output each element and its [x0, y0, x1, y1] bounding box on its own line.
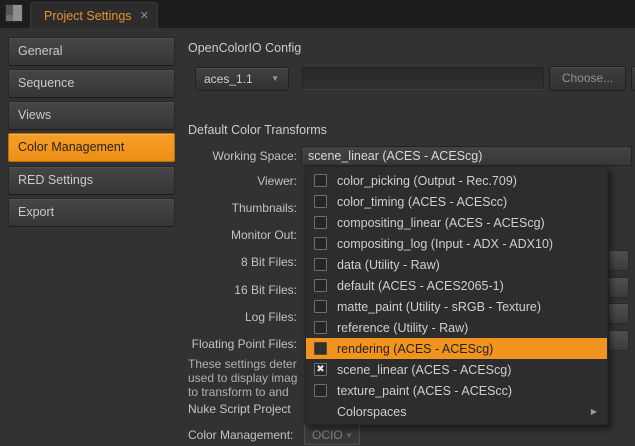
checkbox[interactable] [314, 216, 327, 229]
checkbox[interactable] [314, 174, 327, 187]
chevron-down-icon: ▼ [345, 431, 353, 440]
sidebar-item-red-settings[interactable]: RED Settings [8, 166, 175, 195]
menu-item-label: default (ACES - ACES2065-1) [337, 279, 504, 293]
pane-layout-icon[interactable] [5, 4, 23, 22]
menu-item-label: Colorspaces [337, 405, 406, 419]
submenu-arrow-icon: ▶ [591, 407, 597, 416]
color-management-label: Color Management: [188, 428, 293, 442]
menu-item-label: color_timing (ACES - ACEScc) [337, 195, 507, 209]
color-management-dropdown[interactable]: OCIO ▼ [304, 424, 360, 445]
menu-item-label: color_picking (Output - Rec.709) [337, 174, 517, 188]
nuke-script-project-label: Nuke Script Project [188, 402, 291, 416]
working-space-value: scene_linear (ACES - ACEScg) [308, 149, 482, 163]
working-space-dropdown[interactable]: scene_linear (ACES - ACEScg) [301, 146, 632, 166]
menu-item-matte-paint[interactable]: matte_paint (Utility - sRGB - Texture) [306, 296, 607, 317]
checkbox[interactable] [314, 258, 327, 271]
sidebar-item-general[interactable]: General [8, 37, 175, 66]
menu-item-compositing-log[interactable]: compositing_log (Input - ADX - ADX10) [306, 233, 607, 254]
menu-item-label: matte_paint (Utility - sRGB - Texture) [337, 300, 541, 314]
menu-item-data[interactable]: data (Utility - Raw) [306, 254, 607, 275]
8bit-files-dropdown-edge[interactable] [609, 250, 629, 271]
settings-info-line-3: to transform to and [188, 385, 289, 399]
thumbnails-label: Thumbnails: [232, 201, 297, 215]
tab-project-settings[interactable]: Project Settings ✕ [30, 2, 158, 28]
checkbox[interactable] [314, 342, 327, 355]
floating-point-files-label: Floating Point Files: [192, 337, 297, 351]
checkbox[interactable] [314, 279, 327, 292]
floating-point-files-dropdown-edge[interactable] [609, 330, 629, 351]
16bit-files-label: 16 Bit Files: [234, 283, 297, 297]
menu-item-default[interactable]: default (ACES - ACES2065-1) [306, 275, 607, 296]
ocio-config-title: OpenColorIO Config [188, 41, 301, 55]
choose-button[interactable]: Choose... [549, 66, 626, 91]
menu-item-label: compositing_linear (ACES - ACEScg) [337, 216, 545, 230]
project-settings-window: Project Settings ✕ General Sequence View… [0, 0, 635, 446]
menu-item-compositing-linear[interactable]: compositing_linear (ACES - ACEScg) [306, 212, 607, 233]
checkbox[interactable] [314, 300, 327, 313]
16bit-files-dropdown-edge[interactable] [609, 277, 629, 298]
log-files-dropdown-edge[interactable] [609, 303, 629, 324]
working-space-menu: color_picking (Output - Rec.709) color_t… [305, 166, 608, 425]
menu-item-label: texture_paint (ACES - ACEScc) [337, 384, 512, 398]
chevron-down-icon: ▼ [271, 74, 279, 83]
settings-info-line-2: used to display imag [188, 371, 297, 385]
sidebar-item-views[interactable]: Views [8, 101, 175, 130]
sidebar-item-sequence[interactable]: Sequence [8, 69, 175, 98]
working-space-label: Working Space: [213, 149, 298, 163]
settings-info-line-1: These settings deter [188, 357, 297, 371]
menu-item-texture-paint[interactable]: texture_paint (ACES - ACEScc) [306, 380, 607, 401]
close-icon[interactable]: ✕ [140, 9, 149, 22]
default-transforms-title: Default Color Transforms [188, 123, 327, 137]
menu-item-label: reference (Utility - Raw) [337, 321, 468, 335]
ocio-config-dropdown[interactable]: aces_1.1 ▼ [195, 67, 289, 91]
monitor-out-label: Monitor Out: [231, 228, 297, 242]
sidebar-item-color-management[interactable]: Color Management [8, 133, 175, 162]
menu-item-color-timing[interactable]: color_timing (ACES - ACEScc) [306, 191, 607, 212]
menu-item-scene-linear[interactable]: ✖ scene_linear (ACES - ACEScg) [306, 359, 607, 380]
menu-item-label: compositing_log (Input - ADX - ADX10) [337, 237, 553, 251]
checkbox-checked-icon[interactable]: ✖ [314, 363, 327, 376]
checkbox[interactable] [314, 384, 327, 397]
sidebar-item-export[interactable]: Export [8, 198, 175, 227]
menu-item-label: data (Utility - Raw) [337, 258, 440, 272]
ocio-config-value: aces_1.1 [204, 72, 253, 86]
menu-item-label: rendering (ACES - ACEScg) [337, 342, 493, 356]
reload-button-partial[interactable] [631, 66, 635, 91]
8bit-files-label: 8 Bit Files: [241, 255, 297, 269]
viewer-label: Viewer: [257, 174, 297, 188]
color-management-value: OCIO [312, 428, 343, 442]
checkbox[interactable] [314, 237, 327, 250]
checkbox[interactable] [314, 321, 327, 334]
checkbox[interactable] [314, 195, 327, 208]
menu-item-colorspaces[interactable]: Colorspaces ▶ [306, 401, 607, 422]
menu-item-color-picking[interactable]: color_picking (Output - Rec.709) [306, 170, 607, 191]
log-files-label: Log Files: [245, 310, 297, 324]
menu-item-rendering[interactable]: rendering (ACES - ACEScg) [306, 338, 607, 359]
ocio-path-input[interactable] [302, 67, 544, 90]
tab-bar: Project Settings ✕ [0, 0, 635, 28]
menu-item-reference[interactable]: reference (Utility - Raw) [306, 317, 607, 338]
tab-label: Project Settings [44, 9, 132, 23]
menu-item-label: scene_linear (ACES - ACEScg) [337, 363, 511, 377]
